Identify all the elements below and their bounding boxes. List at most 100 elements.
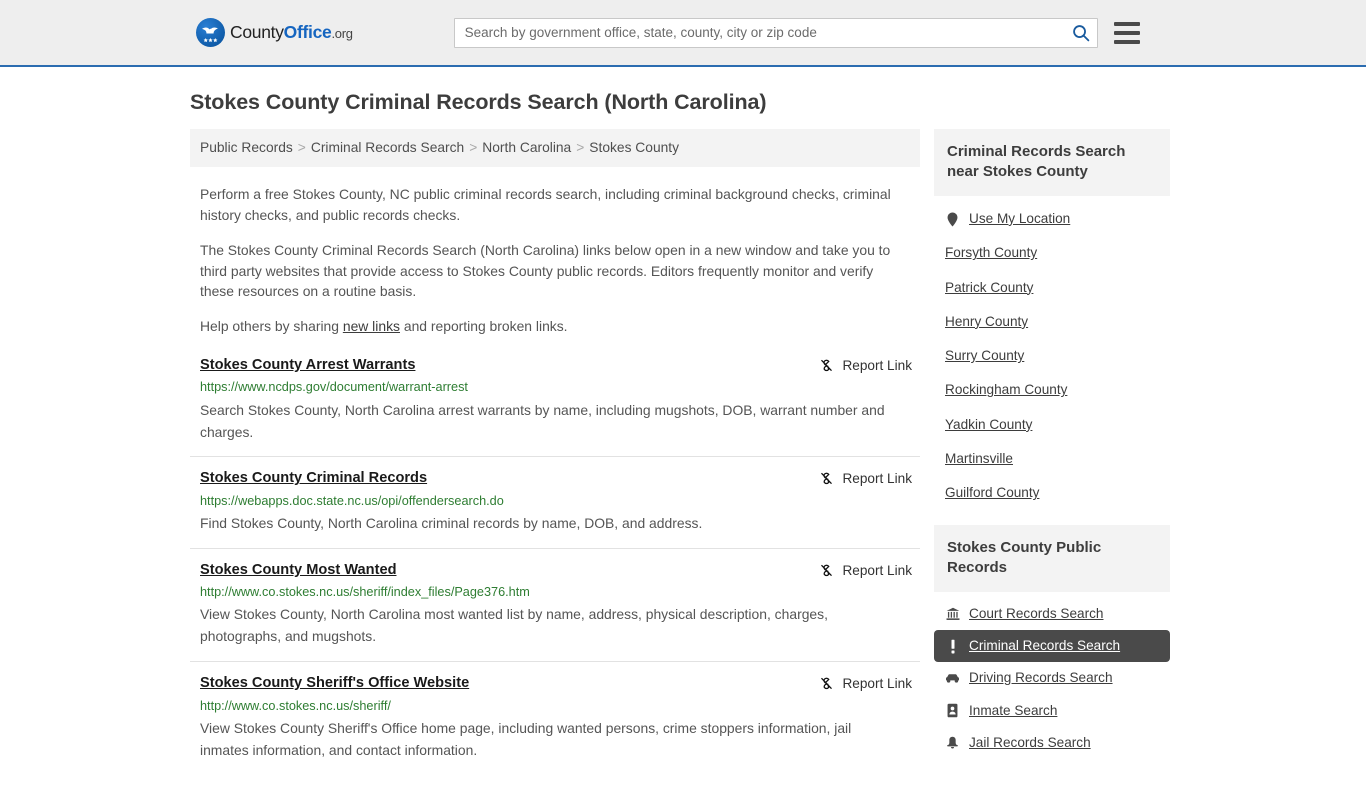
bell-icon: [945, 736, 960, 750]
sidebar-item-martinsville[interactable]: Martinsville: [934, 442, 1170, 476]
new-links-link[interactable]: new links: [343, 318, 400, 334]
sidebar-item-label: Henry County: [945, 313, 1029, 329]
intro-paragraph-1: Perform a free Stokes County, NC public …: [200, 185, 891, 223]
result-url[interactable]: https://webapps.doc.state.nc.us/opi/offe…: [200, 494, 920, 509]
sidebar-item-label: Forsyth County: [945, 245, 1038, 261]
sidebar-item-court-records-search[interactable]: Court Records Search: [934, 598, 1170, 630]
report-link-button[interactable]: Report Link: [818, 674, 912, 692]
public-records-card: Stokes County Public Records Court Recor…: [934, 524, 1170, 760]
result-url[interactable]: http://www.co.stokes.nc.us/sheriff/: [200, 699, 920, 714]
list-item: Criminal Records Search: [934, 629, 1170, 663]
report-link-button[interactable]: Report Link: [818, 469, 912, 487]
sidebar-item-jail-records-search[interactable]: Jail Records Search: [934, 727, 1170, 759]
sidebar-item-label: Patrick County: [945, 279, 1034, 295]
search-container: [453, 17, 1098, 48]
intro-paragraph-2: The Stokes County Criminal Records Searc…: [200, 241, 891, 300]
result-url[interactable]: http://www.co.stokes.nc.us/sheriff/index…: [200, 585, 920, 600]
result-title-link[interactable]: Stokes County Arrest Warrants: [200, 356, 415, 374]
report-link-button[interactable]: Report Link: [818, 561, 912, 579]
sidebar-item-criminal-records-search[interactable]: Criminal Records Search: [934, 629, 1170, 663]
result-url[interactable]: https://www.ncdps.gov/document/warrant-a…: [200, 380, 920, 395]
intro-share-suffix: and reporting broken links.: [399, 318, 568, 335]
sidebar-item-rockingham-county[interactable]: Rockingham County: [934, 373, 1170, 407]
result-description: Find Stokes County, North Carolina crimi…: [200, 514, 703, 531]
hamburger-bar: [1113, 40, 1140, 44]
list-item: Yadkin County: [934, 408, 1170, 442]
intro-share-prefix: Help others by sharing: [200, 318, 343, 335]
breadcrumb: Public Records > Criminal Records Search > N…: [190, 129, 920, 167]
list-item: Jail Records Search: [934, 727, 1170, 759]
list-item: Martinsville: [934, 442, 1170, 476]
search-input[interactable]: [453, 17, 1098, 48]
sidebar-item-label: Martinsville: [945, 451, 1013, 467]
sidebar-item-label: Guilford County: [945, 485, 1040, 501]
sidebar-item-label: Surry County: [945, 348, 1025, 364]
result-title-link[interactable]: Stokes County Sheriff's Office Website: [200, 674, 469, 692]
list-item: Surry County: [934, 339, 1170, 373]
sidebar-item-use-my-location[interactable]: Use My Location: [934, 202, 1170, 236]
breadcrumb-item-public-records[interactable]: Public Records: [200, 140, 293, 155]
breadcrumb-item-stokes-county: Stokes County: [589, 140, 680, 155]
result-item: Stokes County Arrest Warrants Report Lin…: [190, 356, 920, 458]
list-item: Guilford County: [934, 476, 1170, 510]
logo-text-org: .org: [331, 26, 353, 41]
broken-link-icon: [818, 357, 835, 374]
list-item: Court Records Search: [934, 598, 1170, 630]
exclamation-icon: [945, 639, 960, 654]
breadcrumb-separator: >: [297, 140, 306, 155]
hamburger-bar: [1113, 22, 1140, 26]
intro-text: Perform a free Stokes County, NC public …: [200, 184, 920, 337]
report-link-label: Report Link: [842, 358, 912, 374]
list-item: Henry County: [934, 305, 1170, 339]
sidebar-item-label: Driving Records Search: [969, 670, 1113, 686]
sidebar-item-yadkin-county[interactable]: Yadkin County: [934, 408, 1170, 442]
eagle-shield-icon: [196, 18, 225, 47]
sidebar-item-surry-county[interactable]: Surry County: [934, 339, 1170, 373]
sidebar-item-inmate-search[interactable]: Inmate Search: [934, 695, 1170, 727]
car-icon: [945, 673, 960, 684]
result-description: View Stokes County, North Carolina most …: [200, 606, 828, 645]
sidebar-item-patrick-county[interactable]: Patrick County: [934, 271, 1170, 305]
logo-text-county: County: [230, 22, 284, 42]
logo-text-office: Office: [283, 22, 332, 42]
courthouse-icon: [945, 607, 960, 621]
broken-link-icon: [818, 675, 835, 692]
results-list: Stokes County Arrest Warrants Report Lin…: [190, 356, 920, 775]
sidebar-item-label: Inmate Search: [969, 702, 1058, 718]
map-pin-icon: [945, 212, 960, 227]
broken-link-icon: [818, 470, 835, 487]
list-item: Use My Location: [934, 202, 1170, 236]
list-item: Forsyth County: [934, 236, 1170, 270]
report-link-label: Report Link: [842, 471, 912, 487]
result-item: Stokes County Sheriff's Office Website R…: [190, 674, 920, 774]
public-records-heading: Stokes County Public Records: [934, 524, 1170, 592]
nearby-searches-heading: Criminal Records Search near Stokes Coun…: [934, 129, 1170, 196]
sidebar-item-guilford-county[interactable]: Guilford County: [934, 476, 1170, 510]
main-column: Public Records > Criminal Records Search > N…: [190, 129, 920, 787]
search-button[interactable]: [1068, 21, 1094, 45]
sidebar-item-label: Court Records Search: [969, 605, 1104, 621]
site-logo[interactable]: CountyOffice.org: [196, 18, 353, 47]
sidebar-item-label: Rockingham County: [945, 382, 1068, 398]
result-title-link[interactable]: Stokes County Most Wanted: [200, 561, 396, 579]
list-item: Rockingham County: [934, 373, 1170, 407]
breadcrumb-item-criminal-records-search[interactable]: Criminal Records Search: [311, 140, 464, 155]
report-link-label: Report Link: [842, 676, 912, 692]
breadcrumb-item-north-carolina[interactable]: North Carolina: [482, 140, 571, 155]
page-title: Stokes County Criminal Records Search (N…: [190, 90, 767, 114]
hamburger-menu-icon[interactable]: [1113, 21, 1140, 44]
report-link-button[interactable]: Report Link: [818, 356, 912, 374]
logo-wordmark: CountyOffice.org: [230, 22, 353, 43]
intro-paragraph-3: Help others by sharing new links and rep…: [200, 316, 902, 337]
sidebar-item-forsyth-county[interactable]: Forsyth County: [934, 236, 1170, 270]
list-item: Driving Records Search: [934, 662, 1170, 694]
result-description: Search Stokes County, North Carolina arr…: [200, 401, 885, 440]
sidebar-item-driving-records-search[interactable]: Driving Records Search: [934, 662, 1170, 694]
breadcrumb-separator: >: [469, 140, 478, 155]
sidebar-item-henry-county[interactable]: Henry County: [934, 305, 1170, 339]
search-icon: [1072, 24, 1090, 42]
result-title-link[interactable]: Stokes County Criminal Records: [200, 469, 427, 487]
sidebar-item-label: Yadkin County: [945, 416, 1033, 432]
public-records-list: Court Records Search Criminal Records Se…: [934, 592, 1170, 760]
result-item: Stokes County Most Wanted Report Link ht…: [190, 561, 920, 663]
